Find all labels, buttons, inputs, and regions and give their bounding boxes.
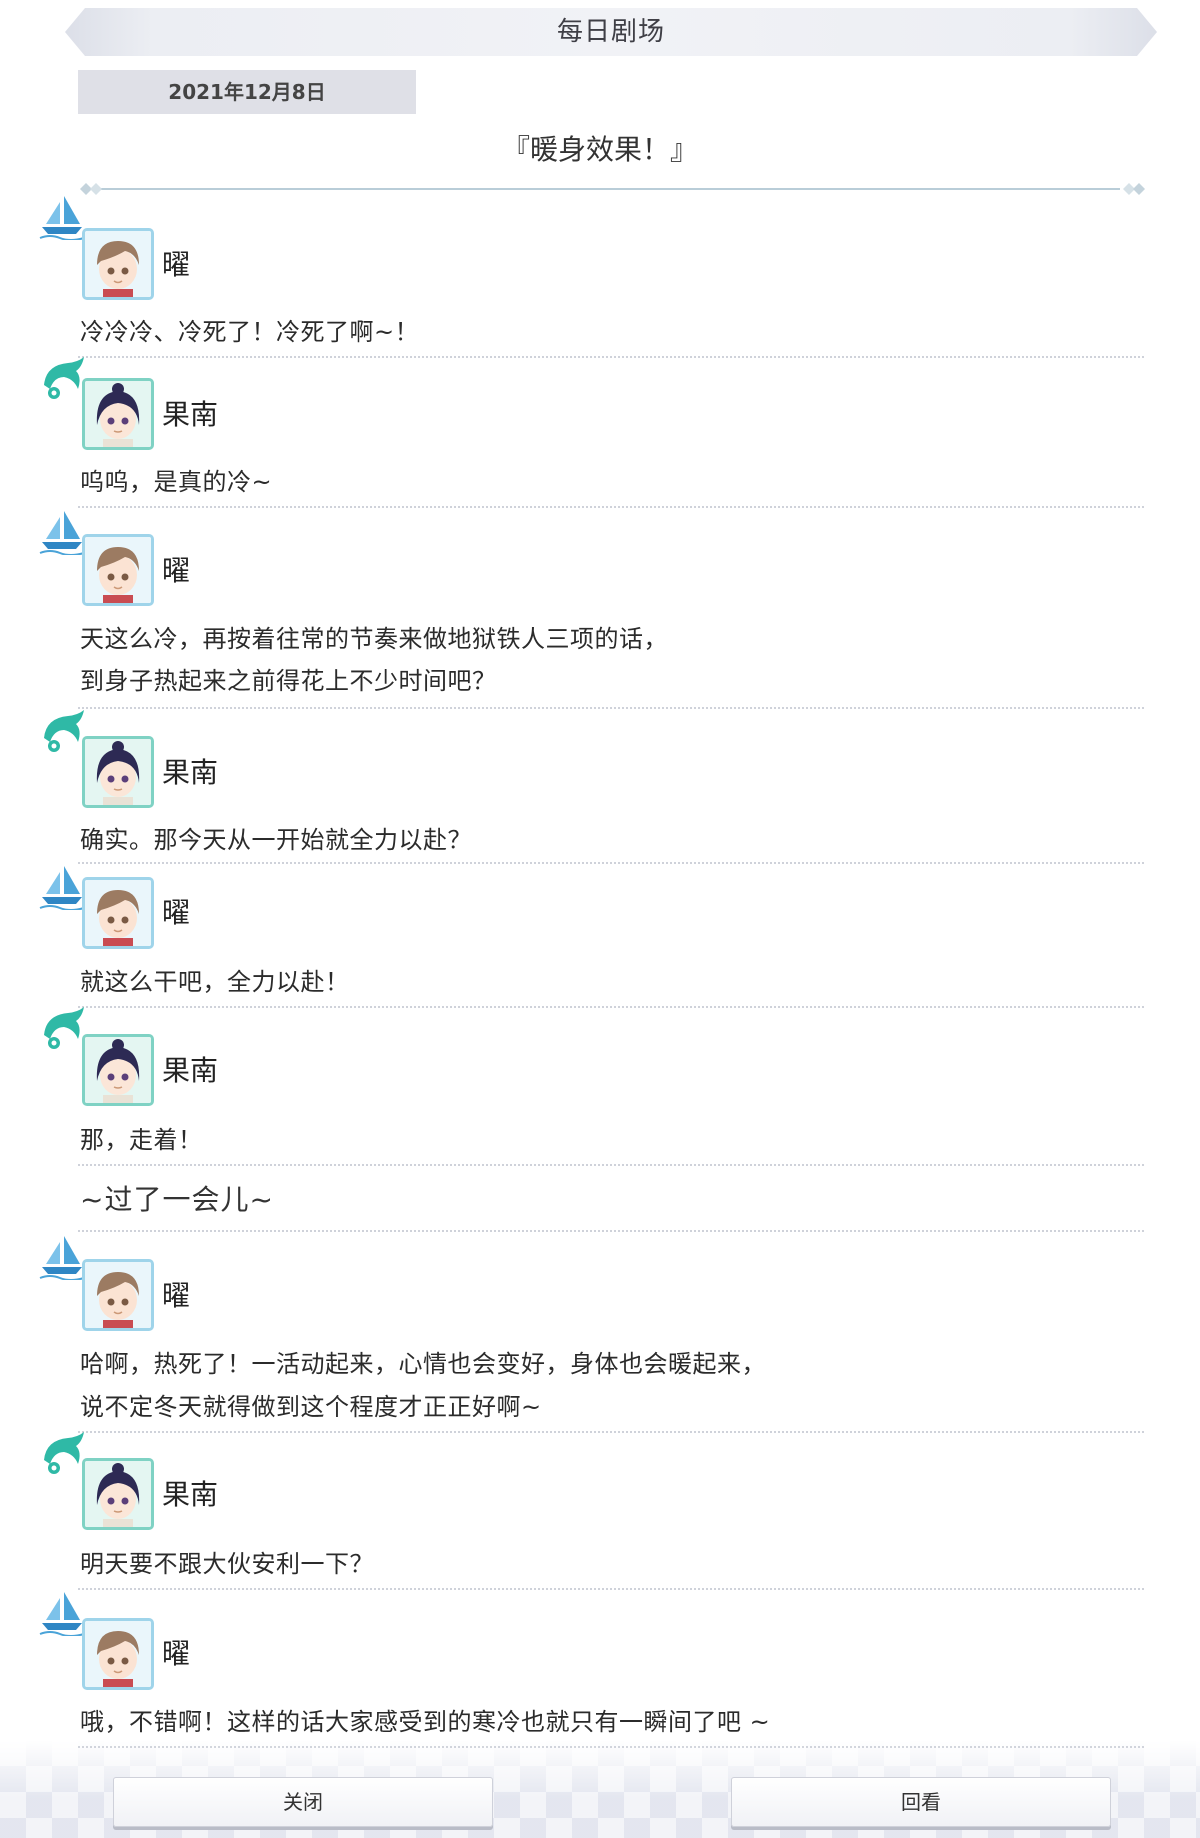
- dialogue-line: 天这么冷，再按着往常的节奏来做地狱铁人三项的话，: [80, 625, 668, 653]
- dialogue-line: 说不定冬天就得做到这个程度才正正好啊~: [80, 1393, 542, 1421]
- close-button[interactable]: 关闭: [113, 1777, 493, 1827]
- speaker-name: 曜: [162, 248, 191, 281]
- separator: [78, 1230, 1144, 1232]
- speaker-name: 曜: [162, 554, 191, 587]
- separator: [78, 862, 1144, 864]
- separator: [78, 707, 1144, 709]
- dialogue-line: 明天要不跟大伙安利一下？: [80, 1550, 374, 1578]
- separator: [78, 1164, 1144, 1166]
- avatar-you: [82, 1259, 154, 1331]
- sailboat-icon: [39, 1592, 85, 1636]
- date-label: 2021年12月8日: [168, 80, 326, 104]
- sailboat-icon: [39, 1236, 85, 1280]
- title-divider: [80, 183, 1145, 195]
- narration-text: ~过了一会儿~: [80, 1183, 274, 1216]
- dialogue-line: 冷冷冷、冷死了！冷死了啊~！: [80, 318, 420, 346]
- dialogue-line: 呜呜，是真的冷~: [80, 468, 273, 496]
- avatar-you: [82, 534, 154, 606]
- dialogue-line: 哦，不错啊！这样的话大家感受到的寒冷也就只有一瞬间了吧 ~: [80, 1708, 771, 1736]
- dolphin-icon: [44, 1007, 84, 1049]
- avatar-you: [82, 877, 154, 949]
- dialogue-line: 就这么干吧，全力以赴！: [80, 968, 350, 996]
- avatar-you: [82, 1618, 154, 1690]
- review-button[interactable]: 回看: [731, 1777, 1111, 1827]
- sailboat-icon: [39, 196, 85, 240]
- separator: [78, 1006, 1144, 1008]
- date-tab: 2021年12月8日: [78, 70, 416, 114]
- speaker-name: 曜: [162, 896, 191, 929]
- separator: [78, 1588, 1144, 1590]
- dialogue-line: 确实。那今天从一开始就全力以赴？: [80, 826, 472, 854]
- dolphin-icon: [44, 1432, 84, 1474]
- separator: [78, 356, 1144, 358]
- sailboat-icon: [39, 866, 85, 910]
- separator: [78, 506, 1144, 508]
- speaker-name: 果南: [162, 756, 219, 789]
- page-title: 每日剧场: [556, 17, 665, 47]
- story-title: 『暖身效果！』: [501, 133, 698, 166]
- avatar-kanan: [82, 736, 154, 808]
- daily-theater-screen: 每日剧场 2021年12月8日 『暖身效果！』 曜 冷冷冷、冷死了！冷死了啊~！…: [0, 0, 1200, 1838]
- sailboat-icon: [39, 511, 85, 555]
- dolphin-icon: [44, 357, 84, 399]
- speaker-name: 曜: [162, 1279, 191, 1312]
- speaker-name: 曜: [162, 1637, 191, 1670]
- speaker-name: 果南: [162, 1054, 219, 1087]
- header-bar: 每日剧场: [65, 8, 1157, 56]
- dolphin-icon: [44, 710, 84, 752]
- avatar-kanan: [82, 1458, 154, 1530]
- dialogue-line: 那，走着！: [80, 1126, 203, 1154]
- dialogue-line: 到身子热起来之前得花上不少时间吧？: [80, 667, 497, 695]
- separator: [78, 1431, 1144, 1433]
- speaker-name: 果南: [162, 398, 219, 431]
- dialogue-line: 哈啊，热死了！一活动起来，心情也会变好，身体也会暖起来，: [80, 1350, 766, 1378]
- avatar-kanan: [82, 1034, 154, 1106]
- speaker-name: 果南: [162, 1478, 219, 1511]
- avatar-you: [82, 228, 154, 300]
- avatar-kanan: [82, 378, 154, 450]
